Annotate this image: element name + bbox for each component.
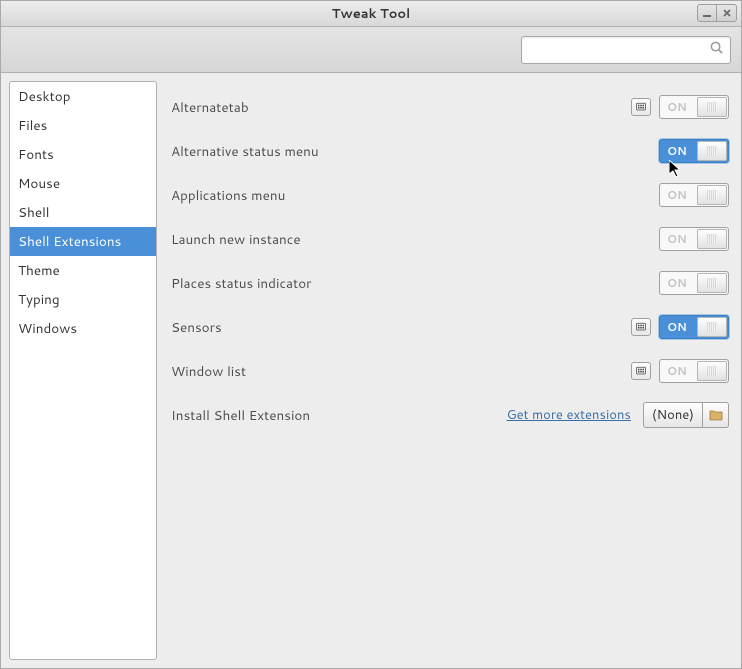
minimize-button[interactable] xyxy=(697,4,717,22)
close-button[interactable] xyxy=(717,4,737,22)
install-extension-row: Install Shell ExtensionGet more extensio… xyxy=(171,393,729,437)
extension-settings-icon[interactable] xyxy=(631,318,651,336)
sidebar-item-mouse[interactable]: Mouse xyxy=(10,169,156,198)
toggle-on-label: ON xyxy=(660,231,694,247)
extension-label: Applications menu xyxy=(171,186,659,205)
toggle-on-label: ON xyxy=(660,99,694,115)
sidebar-item-desktop[interactable]: Desktop xyxy=(10,82,156,111)
window-title: Tweak Tool xyxy=(332,5,411,23)
sidebar-item-fonts[interactable]: Fonts xyxy=(10,140,156,169)
search-field-wrap[interactable] xyxy=(521,36,731,64)
sidebar-item-files[interactable]: Files xyxy=(10,111,156,140)
toggle-handle xyxy=(697,361,727,381)
toggle-switch[interactable]: ON xyxy=(659,227,729,251)
search-input[interactable] xyxy=(528,42,709,57)
toggle-switch[interactable]: ON xyxy=(659,359,729,383)
main-area: DesktopFilesFontsMouseShellShell Extensi… xyxy=(1,73,741,668)
folder-icon[interactable] xyxy=(703,402,729,428)
content-pane: AlternatetabONAlternative status menuONA… xyxy=(165,81,733,660)
extension-label: Launch new instance xyxy=(171,230,659,249)
toggle-on-label: ON xyxy=(660,363,694,379)
toggle-switch[interactable]: ON xyxy=(659,271,729,295)
toggle-switch[interactable]: ON xyxy=(659,139,729,163)
extension-row: Alternative status menuON xyxy=(171,129,729,173)
install-label: Install Shell Extension xyxy=(171,406,507,425)
sidebar-item-theme[interactable]: Theme xyxy=(10,256,156,285)
toggle-handle xyxy=(697,273,727,293)
extension-row: Sensors ON xyxy=(171,305,729,349)
titlebar: Tweak Tool xyxy=(1,1,741,27)
extension-label: Window list xyxy=(171,362,631,381)
sidebar-item-shell[interactable]: Shell xyxy=(10,198,156,227)
sidebar: DesktopFilesFontsMouseShellShell Extensi… xyxy=(9,81,157,660)
extension-row: Places status indicatorON xyxy=(171,261,729,305)
toggle-on-label: ON xyxy=(660,187,694,203)
search-icon xyxy=(709,40,724,60)
extension-label: Places status indicator xyxy=(171,274,659,293)
toggle-on-label: ON xyxy=(660,143,694,159)
get-more-extensions-link[interactable]: Get more extensions xyxy=(507,406,631,424)
toggle-handle xyxy=(697,185,727,205)
sidebar-item-windows[interactable]: Windows xyxy=(10,314,156,343)
toggle-switch[interactable]: ON xyxy=(659,95,729,119)
sidebar-item-shell-extensions[interactable]: Shell Extensions xyxy=(10,227,156,256)
extension-label: Sensors xyxy=(171,318,631,337)
toolbar xyxy=(1,27,741,73)
extension-row: Launch new instanceON xyxy=(171,217,729,261)
toggle-switch[interactable]: ON xyxy=(659,183,729,207)
extension-settings-icon[interactable] xyxy=(631,98,651,116)
extension-label: Alternatetab xyxy=(171,98,631,117)
toggle-switch[interactable]: ON xyxy=(659,315,729,339)
install-file-button[interactable]: (None) xyxy=(643,402,703,428)
sidebar-item-typing[interactable]: Typing xyxy=(10,285,156,314)
extension-settings-icon[interactable] xyxy=(631,362,651,380)
extension-label: Alternative status menu xyxy=(171,142,659,161)
window-controls xyxy=(697,4,737,22)
toggle-on-label: ON xyxy=(660,275,694,291)
toggle-handle xyxy=(697,317,727,337)
toggle-on-label: ON xyxy=(660,319,694,335)
toggle-handle xyxy=(697,97,727,117)
toggle-handle xyxy=(697,229,727,249)
extension-row: Applications menuON xyxy=(171,173,729,217)
toggle-handle xyxy=(697,141,727,161)
extension-row: Alternatetab ON xyxy=(171,85,729,129)
extension-row: Window list ON xyxy=(171,349,729,393)
